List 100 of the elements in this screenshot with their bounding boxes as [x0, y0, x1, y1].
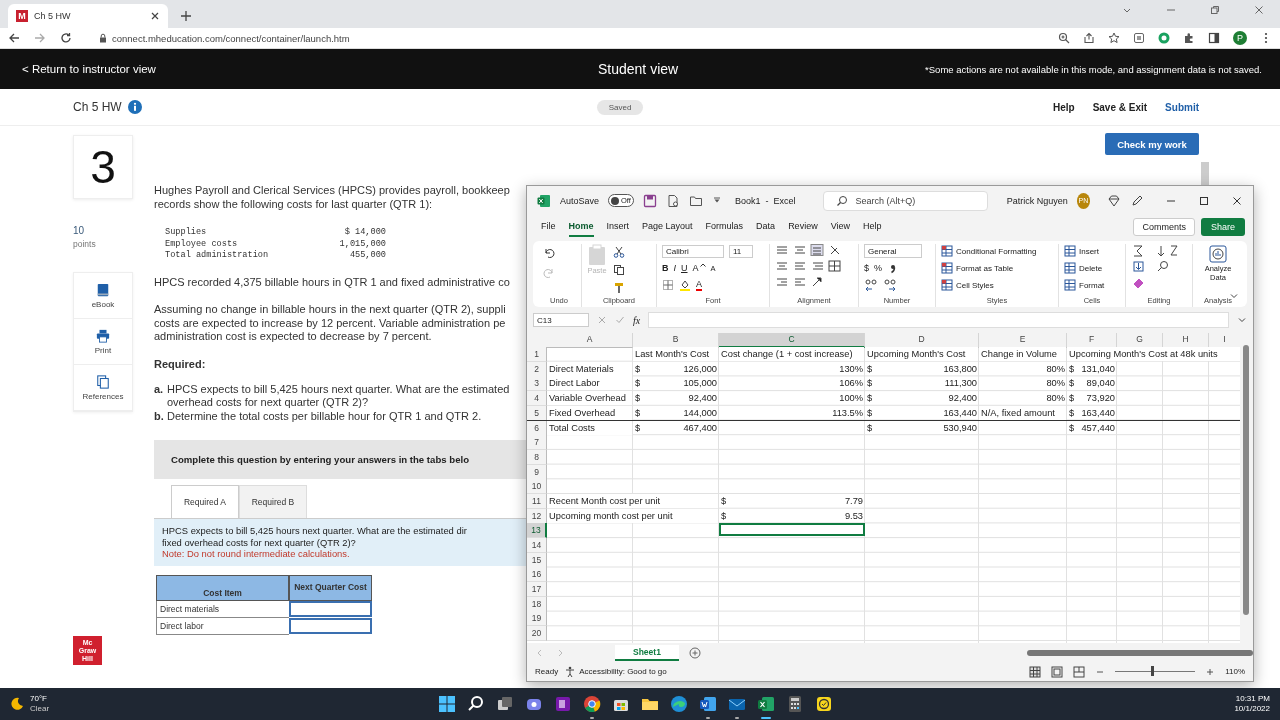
star-icon[interactable]: [1108, 32, 1120, 44]
row-header[interactable]: 20: [527, 626, 547, 642]
ribbon-command[interactable]: Format: [1079, 280, 1105, 290]
column-header[interactable]: A: [547, 333, 633, 348]
format-painter-icon[interactable]: [613, 282, 625, 294]
ribbon-tab[interactable]: Home: [568, 217, 594, 237]
grow-font-button[interactable]: A: [692, 263, 706, 273]
word-document-icon[interactable]: [699, 695, 717, 713]
sheet-tab[interactable]: Sheet1: [615, 644, 679, 661]
font-color-button[interactable]: A: [696, 279, 702, 291]
header-link[interactable]: Help: [1052, 101, 1075, 113]
row-header[interactable]: 4: [527, 391, 547, 407]
browser-tab[interactable]: M Ch 5 HW: [8, 4, 168, 28]
search-icon[interactable]: [467, 695, 485, 713]
name-box[interactable]: C13: [533, 313, 589, 327]
row-header[interactable]: 19: [527, 611, 547, 627]
spreadsheet-app-icon[interactable]: [757, 695, 775, 713]
save-icon[interactable]: [642, 193, 657, 208]
diamond-icon[interactable]: [1107, 193, 1121, 208]
page-layout-icon[interactable]: [1051, 665, 1064, 678]
requirement-tab[interactable]: Required A: [171, 485, 239, 518]
info-icon[interactable]: [127, 100, 142, 114]
documents-icon[interactable]: [96, 374, 110, 389]
printer-icon[interactable]: [96, 328, 110, 343]
extension-icon[interactable]: [1158, 32, 1170, 44]
accessibility-icon[interactable]: [564, 665, 577, 678]
font-dropdown[interactable]: Calibri: [662, 244, 724, 258]
tool-label[interactable]: References: [82, 391, 124, 401]
ribbon-tab[interactable]: Insert: [606, 217, 630, 237]
book-icon[interactable]: [96, 282, 110, 297]
requirement-tab[interactable]: Required B: [239, 485, 307, 518]
fill-color-icon[interactable]: [679, 279, 691, 291]
editing-icons-drawing[interactable]: [1131, 244, 1181, 290]
decrease-decimal-icon[interactable]: [883, 278, 897, 292]
document-icon[interactable]: [665, 193, 680, 208]
share-icon[interactable]: [1083, 32, 1095, 44]
ribbon-tab[interactable]: Data: [756, 217, 776, 237]
expand-icon[interactable]: [1237, 315, 1247, 325]
selected-cell[interactable]: [719, 523, 865, 537]
task-view-icon[interactable]: [496, 695, 514, 713]
maximize-icon[interactable]: [1198, 194, 1210, 207]
format-button[interactable]: B: [662, 263, 669, 273]
ribbon-command[interactable]: Delete: [1079, 263, 1103, 273]
format-button[interactable]: U: [681, 263, 688, 273]
share-button[interactable]: Share: [1200, 218, 1245, 236]
format-button[interactable]: I: [673, 263, 676, 273]
windows-logo-icon[interactable]: [438, 695, 456, 713]
row-header[interactable]: 1: [527, 347, 547, 362]
increase-decimal-icon[interactable]: [864, 278, 878, 292]
borders-icon[interactable]: [662, 279, 674, 291]
add-sheet-icon[interactable]: [688, 646, 701, 659]
chrome-browser-icon[interactable]: [583, 695, 601, 713]
insert-function-button[interactable]: fx: [633, 314, 641, 326]
tool-label[interactable]: eBook: [91, 299, 115, 309]
row-header[interactable]: 16: [527, 567, 547, 583]
answer-input[interactable]: [289, 617, 372, 634]
scrollbar[interactable]: [1201, 162, 1209, 187]
pen-icon[interactable]: [1130, 193, 1144, 208]
page-break-icon[interactable]: [1073, 665, 1086, 678]
checklist-app-icon[interactable]: [815, 695, 833, 713]
restore-icon[interactable]: [1210, 4, 1220, 15]
ribbon-command[interactable]: Format as Table: [956, 263, 1014, 273]
scissors-icon[interactable]: [613, 246, 625, 258]
return-link[interactable]: < Return to instructor view: [22, 63, 156, 75]
search-field[interactable]: Search (Alt+Q): [822, 190, 988, 211]
formula-input[interactable]: [648, 312, 1229, 328]
close-icon[interactable]: [1231, 194, 1243, 207]
row-header[interactable]: 17: [527, 582, 547, 597]
zoom-icon[interactable]: [1058, 32, 1070, 44]
profile-avatar[interactable]: P: [1233, 31, 1247, 45]
row-header[interactable]: 10: [527, 479, 547, 495]
header-link[interactable]: Save & Exit: [1092, 101, 1148, 113]
edge-browser-icon[interactable]: [670, 695, 688, 713]
ribbon-tab[interactable]: File: [541, 217, 556, 237]
ribbon-tab[interactable]: Page Layout: [642, 217, 693, 237]
ribbon-tab[interactable]: Formulas: [705, 217, 744, 237]
side-panel-icon[interactable]: [1208, 32, 1220, 44]
header-link[interactable]: Submit: [1165, 101, 1199, 113]
comments-button[interactable]: Comments: [1133, 218, 1195, 236]
row-header[interactable]: 3: [527, 376, 547, 392]
check-work-button[interactable]: Check my work: [1105, 133, 1199, 155]
reload-icon[interactable]: [60, 32, 72, 44]
zoom-level[interactable]: 110%: [1225, 667, 1245, 676]
row-header[interactable]: 7: [527, 435, 547, 451]
calculator-icon[interactable]: [786, 695, 804, 713]
horizontal-scrollbar[interactable]: [1026, 649, 1253, 656]
puzzle-icon[interactable]: [1183, 32, 1195, 44]
accessibility-status[interactable]: Accessibility: Good to go: [579, 667, 667, 676]
percent-button[interactable]: %: [874, 263, 883, 273]
normal-view-icon[interactable]: [1029, 665, 1042, 678]
currency-button[interactable]: $: [864, 263, 869, 273]
row-header[interactable]: 13: [527, 523, 547, 539]
ribbon-tab[interactable]: View: [830, 217, 850, 237]
zoom-slider-thumb[interactable]: [1151, 666, 1155, 676]
extension-icon[interactable]: [1133, 32, 1145, 44]
ribbon-command[interactable]: Cell Styles: [956, 280, 994, 290]
font-size-dropdown[interactable]: 11: [729, 244, 753, 258]
address-bar[interactable]: connect.mheducation.com/connect/container/launch.htm: [112, 32, 350, 44]
zoom-in-icon[interactable]: [1205, 666, 1216, 677]
ribbon-command[interactable]: Insert: [1079, 246, 1099, 256]
